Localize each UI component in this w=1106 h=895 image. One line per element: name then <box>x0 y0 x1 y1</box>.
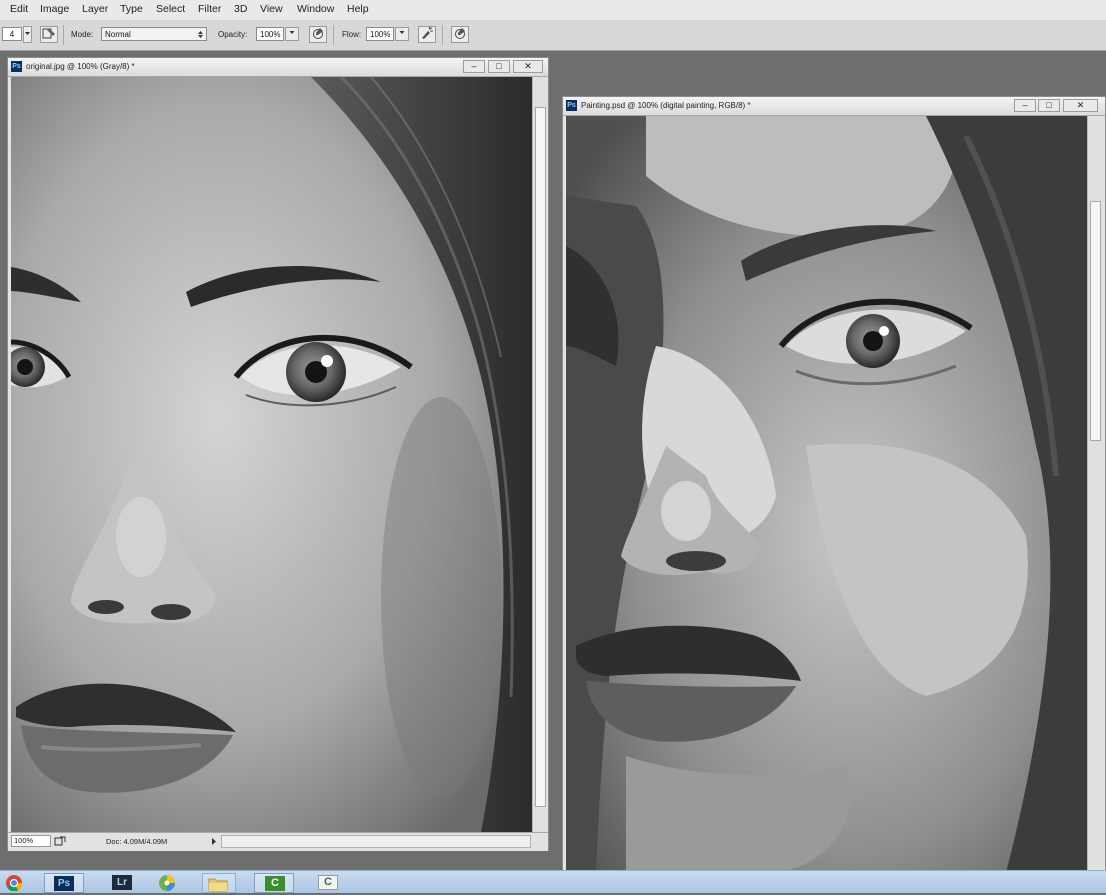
zoom-value: 100% <box>14 836 34 845</box>
zoom-field[interactable]: 100% <box>11 835 51 847</box>
chevron-right-icon[interactable] <box>210 837 218 846</box>
document-size-info: Doc: 4.09M/4.09M <box>106 837 168 846</box>
close-icon: ✕ <box>1076 100 1085 110</box>
camtasia-icon: C <box>265 876 285 891</box>
lightroom-icon: Lr <box>112 875 132 890</box>
document-title: Painting.psd @ 100% (digital painting, R… <box>581 101 751 110</box>
menu-window[interactable]: Window <box>297 3 334 15</box>
menu-bar: Edit Image Layer Type Select Filter 3D V… <box>0 0 1106 21</box>
picasa-icon <box>159 875 175 891</box>
taskbar-photoshop[interactable]: Ps <box>44 873 84 893</box>
export-icon[interactable] <box>54 836 66 846</box>
document-window-original[interactable]: Ps original.jpg @ 100% (Gray/8) * – □ ✕ <box>7 57 549 851</box>
image-canvas-painting[interactable] <box>566 116 1087 873</box>
close-button[interactable]: ✕ <box>1063 99 1098 112</box>
document-title: original.jpg @ 100% (Gray/8) * <box>26 62 135 71</box>
opacity-pressure-toggle[interactable] <box>309 26 327 43</box>
photoshop-icon: Ps <box>54 876 74 891</box>
status-bar: 100% Doc: 4.09M/4.09M <box>8 832 548 851</box>
camtasia-recorder-icon: C <box>318 875 338 890</box>
brush-panel-toggle[interactable] <box>40 26 58 43</box>
taskbar-lightroom[interactable]: Lr <box>108 873 136 893</box>
chrome-icon <box>6 875 23 892</box>
taskbar-camtasia[interactable]: C <box>254 873 294 893</box>
close-button[interactable]: ✕ <box>513 60 543 73</box>
separator <box>63 25 64 45</box>
menu-select[interactable]: Select <box>156 3 185 15</box>
brush-size-value: 4 <box>9 30 15 39</box>
menu-type[interactable]: Type <box>120 3 143 15</box>
menu-edit[interactable]: Edit <box>10 3 28 15</box>
mode-label: Mode: <box>71 30 94 39</box>
folder-icon <box>208 878 228 892</box>
options-bar: 4 Mode: Normal Opacity: 100% Flow: 100% <box>0 20 1106 51</box>
brush-preset-dropdown[interactable] <box>23 26 32 43</box>
pen-pressure-icon <box>313 28 323 39</box>
flow-label: Flow: <box>342 30 362 39</box>
taskbar-camtasia-recorder[interactable]: C <box>314 873 344 893</box>
taskbar-file-explorer[interactable] <box>202 873 236 893</box>
window-titlebar[interactable]: Ps Painting.psd @ 100% (digital painting… <box>563 97 1105 116</box>
mode-value: Normal <box>105 30 131 39</box>
restore-icon: □ <box>1046 100 1052 110</box>
menu-filter[interactable]: Filter <box>198 3 221 15</box>
separator <box>442 25 443 45</box>
spinner-icon <box>198 31 203 38</box>
minimize-icon: – <box>1022 100 1028 110</box>
taskbar-picasa[interactable] <box>156 873 186 893</box>
menu-help[interactable]: Help <box>347 3 369 15</box>
image-canvas-original[interactable] <box>11 77 532 832</box>
airbrush-toggle[interactable] <box>418 26 436 43</box>
restore-icon: □ <box>496 61 502 71</box>
window-titlebar[interactable]: Ps original.jpg @ 100% (Gray/8) * – □ ✕ <box>8 58 548 77</box>
restore-button[interactable]: □ <box>1038 99 1060 112</box>
flow-value: 100% <box>370 30 391 39</box>
minimize-button[interactable]: – <box>463 60 485 73</box>
portrait-photo <box>11 77 532 832</box>
photoshop-icon: Ps <box>566 100 577 111</box>
brush-panel-icon <box>42 28 55 39</box>
size-pressure-toggle[interactable] <box>451 26 469 43</box>
opacity-dropdown[interactable] <box>285 27 299 41</box>
minimize-icon: – <box>471 61 477 71</box>
minimize-button[interactable]: – <box>1014 99 1036 112</box>
digital-painting <box>566 116 1087 873</box>
scrollbar-thumb[interactable] <box>1090 201 1101 441</box>
opacity-input[interactable]: 100% <box>256 27 284 41</box>
taskbar-chrome[interactable] <box>4 873 30 893</box>
pen-pressure-icon <box>455 28 465 39</box>
mode-select[interactable]: Normal <box>101 27 207 41</box>
chevron-down-icon <box>289 31 295 34</box>
opacity-value: 100% <box>260 30 281 39</box>
menu-3d[interactable]: 3D <box>234 3 247 15</box>
horizontal-scrollbar[interactable] <box>221 835 531 848</box>
taskbar: Ps Lr C C <box>0 870 1106 893</box>
brush-size-preset[interactable]: 4 <box>2 27 22 41</box>
restore-button[interactable]: □ <box>488 60 510 73</box>
document-window-painting[interactable]: Ps Painting.psd @ 100% (digital painting… <box>562 96 1106 873</box>
chevron-down-icon <box>25 32 30 35</box>
menu-view[interactable]: View <box>260 3 283 15</box>
flow-input[interactable]: 100% <box>366 27 394 41</box>
scrollbar-thumb[interactable] <box>535 107 546 807</box>
vertical-scrollbar[interactable] <box>1087 116 1103 873</box>
separator <box>333 25 334 45</box>
flow-dropdown[interactable] <box>395 27 409 41</box>
menu-layer[interactable]: Layer <box>82 3 108 15</box>
airbrush-icon <box>422 26 433 39</box>
photoshop-icon: Ps <box>11 61 22 72</box>
vertical-scrollbar[interactable] <box>532 77 548 832</box>
opacity-label: Opacity: <box>218 30 248 39</box>
close-icon: ✕ <box>524 61 532 71</box>
chevron-down-icon <box>399 31 405 34</box>
menu-image[interactable]: Image <box>40 3 69 15</box>
